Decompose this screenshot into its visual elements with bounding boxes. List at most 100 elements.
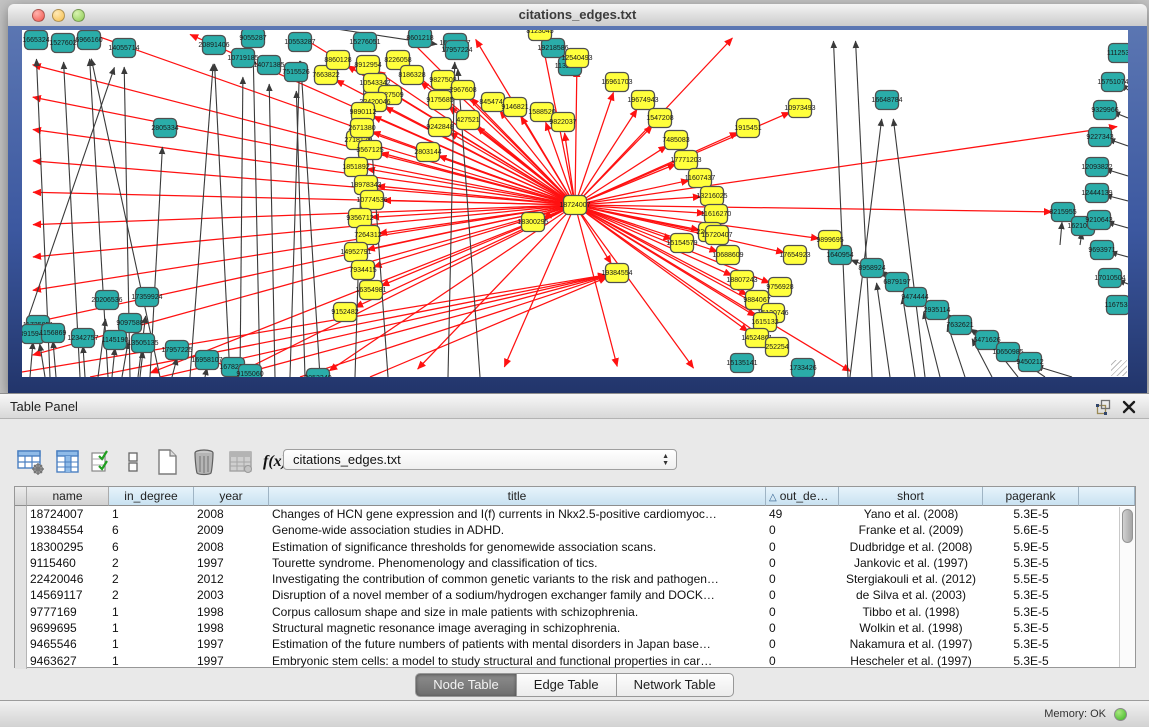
graph-node[interactable]: 6966160	[75, 31, 102, 50]
graph-node[interactable]: 8958924	[858, 259, 885, 278]
graph-node[interactable]: 9822037	[549, 113, 576, 132]
graph-node[interactable]: 15751074	[1097, 73, 1128, 92]
network-window-titlebar[interactable]: citations_edges.txt	[8, 4, 1147, 27]
graph-node[interactable]: 9227343	[1086, 128, 1113, 147]
close-panel-button[interactable]	[1121, 399, 1137, 415]
graph-node[interactable]: 7485083	[662, 131, 689, 150]
graph-node[interactable]: 9175685	[426, 91, 453, 110]
graph-node[interactable]: 7934415	[349, 261, 376, 280]
graph-node[interactable]: 12444139	[1081, 184, 1112, 203]
graph-node[interactable]: 1915451	[734, 119, 761, 138]
graph-node[interactable]: 16961703	[601, 73, 632, 92]
graph-node[interactable]: 1527602	[49, 34, 76, 53]
graph-node[interactable]: 2805334	[151, 119, 178, 138]
graph-node[interactable]: 17957224	[441, 41, 472, 60]
citation-graph[interactable]: 1665324152760269661601405571420891406905…	[22, 30, 1128, 377]
graph-node[interactable]: 9210643	[1085, 211, 1112, 230]
graph-node[interactable]: 9756928	[766, 278, 793, 297]
graph-node[interactable]: 9055287	[239, 30, 266, 48]
graph-node[interactable]: 15154579	[666, 234, 697, 253]
graph-node[interactable]: 11607437	[685, 169, 716, 188]
table-row[interactable]: 946554611997Estimation of the future num…	[15, 636, 1135, 652]
column-header-short[interactable]: short	[839, 487, 983, 506]
table-row[interactable]: 977716911998Corpus callosum shape and si…	[15, 604, 1135, 620]
create-table-icon[interactable]	[152, 447, 182, 477]
row-height-icon[interactable]	[121, 447, 145, 477]
graph-node[interactable]: 9474444	[901, 288, 928, 307]
graph-node[interactable]: 3567125	[356, 141, 383, 160]
graph-node[interactable]: 1665324	[22, 31, 49, 50]
column-header-title[interactable]: title	[269, 487, 766, 506]
graph-node[interactable]: 14071385	[253, 56, 284, 75]
graph-node[interactable]: 20891406	[198, 36, 229, 55]
graph-node[interactable]: 20206536	[91, 291, 122, 310]
graph-node[interactable]: 18807243	[726, 271, 757, 290]
graph-node[interactable]: 427521	[456, 111, 479, 130]
graph-node[interactable]: 9146821	[501, 98, 528, 117]
graph-node[interactable]: 13216025	[696, 187, 727, 206]
select-rows-icon[interactable]	[90, 447, 114, 477]
column-header-out_de[interactable]: △out_de…	[766, 487, 839, 506]
table-row[interactable]: 1872400712008Changes of HCN gene express…	[15, 506, 1135, 522]
graph-node[interactable]: 19384554	[601, 264, 632, 283]
graph-node[interactable]: 9450212	[1016, 353, 1043, 372]
graph-node[interactable]: 9152482	[331, 303, 358, 322]
graph-node[interactable]: 16958107	[191, 351, 222, 370]
graph-node[interactable]: 1145190	[102, 331, 129, 350]
graph-node[interactable]: 9155060	[236, 365, 263, 378]
tab-edge-table[interactable]: Edge Table	[517, 673, 617, 697]
graph-node[interactable]: 7264312	[354, 226, 381, 245]
graph-node[interactable]: 1156869	[40, 324, 67, 343]
graph-node[interactable]: 12342757	[67, 329, 98, 348]
graph-node[interactable]: 10774536	[356, 191, 387, 210]
graph-node[interactable]: 9242848	[426, 118, 453, 137]
graph-node[interactable]: 18724007	[559, 196, 590, 215]
tab-node-table[interactable]: Node Table	[415, 673, 517, 697]
graph-node[interactable]: 17771203	[670, 151, 701, 170]
graph-node[interactable]: 2935114	[924, 301, 951, 320]
graph-node[interactable]: 2053340	[304, 369, 331, 378]
graph-node[interactable]: 12093822	[1081, 158, 1112, 177]
graph-node[interactable]: 7515526	[282, 63, 309, 82]
graph-node[interactable]: 9899695	[816, 231, 843, 250]
memory-status-indicator[interactable]	[1114, 708, 1127, 721]
graph-node[interactable]: 252254	[765, 338, 788, 357]
table-row[interactable]: 911546021997Tourette syndrome. Phenomeno…	[15, 555, 1135, 571]
graph-node[interactable]: 9097588	[116, 314, 143, 333]
graph-node[interactable]: 1112534	[1107, 44, 1128, 63]
table-selector-dropdown[interactable]: citations_edges.txt ▲▼	[283, 449, 677, 470]
column-header-pagerank[interactable]: pagerank	[983, 487, 1079, 506]
graph-node[interactable]: 12540493	[561, 49, 592, 68]
table-row[interactable]: 969969511998Structural magnetic resonanc…	[15, 620, 1135, 636]
graph-node[interactable]: 9356712	[346, 209, 373, 228]
graph-node[interactable]: 1851892	[342, 158, 369, 177]
canvas-resize-grip[interactable]	[1111, 360, 1127, 376]
float-panel-button[interactable]	[1095, 399, 1111, 415]
table-row[interactable]: 2242004622012Investigating the contribut…	[15, 571, 1135, 587]
graph-node[interactable]: 10688609	[712, 246, 743, 265]
delete-table-icon[interactable]	[189, 447, 219, 477]
graph-node[interactable]: 8601218	[406, 30, 433, 48]
graph-node[interactable]: 2803144	[414, 143, 441, 162]
graph-node[interactable]: 15720407	[701, 226, 732, 245]
graph-node[interactable]: 2671380	[348, 119, 375, 138]
network-canvas[interactable]: 1665324152760269661601405571420891406905…	[22, 30, 1128, 377]
column-header-in_degree[interactable]: in_degree	[109, 487, 194, 506]
show-columns-icon[interactable]	[53, 447, 83, 477]
graph-node[interactable]: 8912954	[354, 56, 381, 75]
graph-node[interactable]: 17654923	[779, 246, 810, 265]
graph-node[interactable]: 10973493	[784, 99, 815, 118]
graph-node[interactable]: 1547208	[646, 109, 673, 128]
graph-node[interactable]: 15276051	[349, 33, 380, 52]
graph-node[interactable]: 16648784	[871, 91, 902, 110]
tab-network-table[interactable]: Network Table	[617, 673, 734, 697]
graph-node[interactable]: 17010504	[1094, 269, 1125, 288]
table-row[interactable]: 1830029562008Estimation of significance …	[15, 539, 1135, 555]
graph-node[interactable]: 10553287	[284, 33, 315, 52]
graph-node[interactable]: 7632621	[946, 316, 973, 335]
graph-node[interactable]: 8860128	[324, 51, 351, 70]
graph-node[interactable]: 14952791	[340, 243, 371, 262]
scrollbar-thumb[interactable]	[1122, 509, 1133, 543]
graph-node[interactable]: 8123045	[526, 30, 553, 41]
graph-node[interactable]: 16354981	[355, 281, 386, 300]
